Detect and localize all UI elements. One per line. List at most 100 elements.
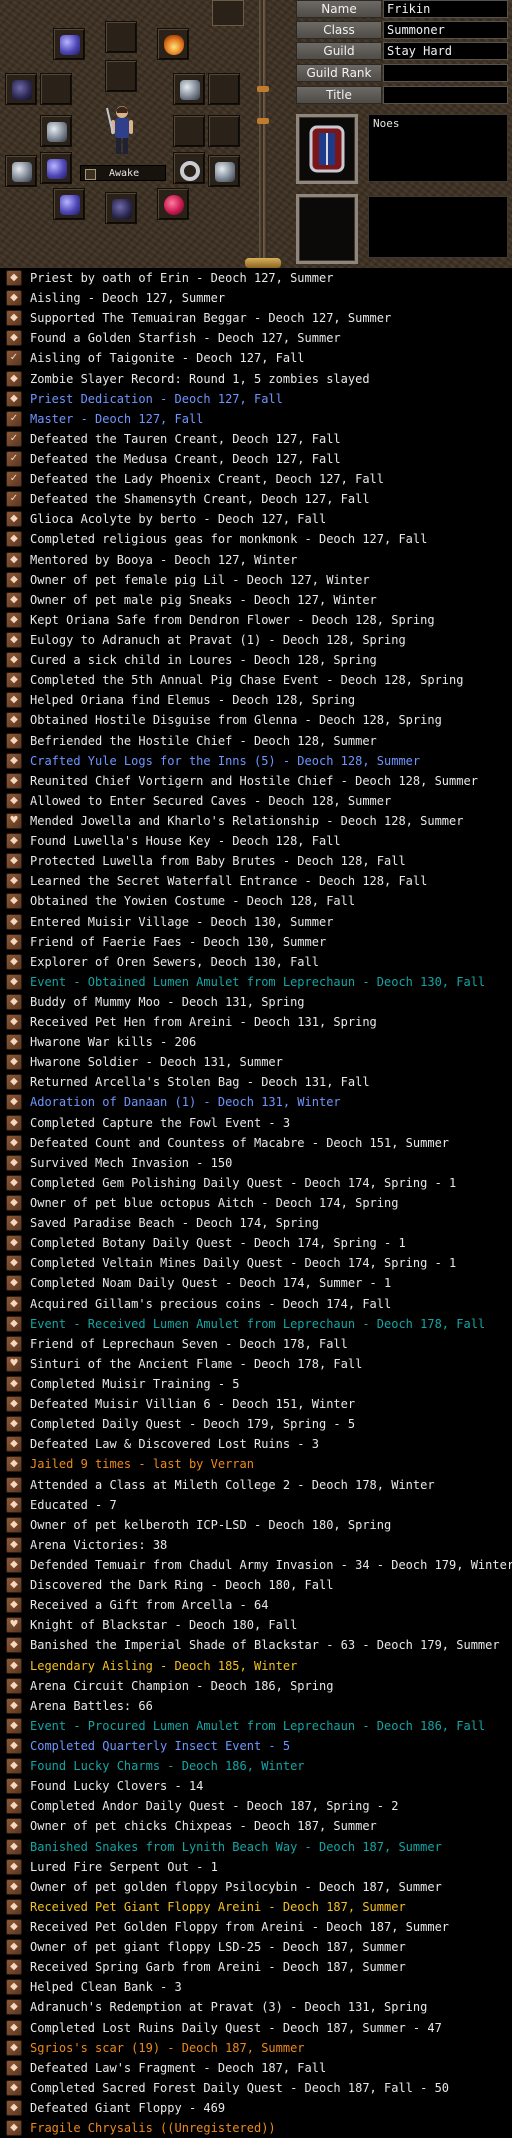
legend-text: Defended Temuair from Chadul Army Invasi…: [30, 1558, 512, 1572]
legend-text: Completed Lost Ruins Daily Quest - Deoch…: [30, 2020, 442, 2035]
legend-row: ◆ Friend of Leprechaun Seven - Deoch 178,…: [0, 1334, 512, 1354]
legend-text: Event - Obtained Lumen Amulet from Lepre…: [30, 974, 486, 989]
legend-crest-icon: ◆: [6, 370, 22, 387]
equip-slot-gauntlet-right[interactable]: [208, 155, 240, 187]
equip-slot-ring-left[interactable]: [40, 152, 72, 184]
legend-row: ◆ Received Spring Garb from Areini - Deoc…: [0, 1957, 512, 1977]
legend-text: Completed religious geas for monkmonk - …: [30, 532, 428, 547]
legend-row: ◆ Discovered the Dark Ring - Deoch 180, F…: [0, 1575, 512, 1595]
legend-text: Owner of pet blue octopus Aitch - Deoch …: [30, 1196, 399, 1211]
legend-crest-icon: ◆: [6, 712, 22, 729]
legend-crest-icon: ◆: [6, 732, 22, 749]
legend-crest-icon: ◆: [6, 1818, 22, 1835]
legend-row: ◆ Entered Muisir Village - Deoch 130, Sum…: [0, 912, 512, 932]
legend-crest-icon: ◆: [6, 1054, 22, 1071]
equip-slot-staff[interactable]: [40, 115, 72, 147]
equip-slot-ring-right[interactable]: [173, 152, 205, 184]
legend-row: ◆ Befriended the Hostile Chief - Deoch 12…: [0, 731, 512, 751]
equip-slot-shield[interactable]: [40, 73, 72, 105]
equip-slot-helmet[interactable]: [53, 28, 85, 60]
legend-row: ◆ Completed Gem Polishing Daily Quest - D…: [0, 1173, 512, 1193]
legend-crest-icon: ◆: [6, 330, 22, 347]
legend-crest-icon: ◆: [6, 792, 22, 809]
equip-slot-belt[interactable]: [208, 115, 240, 147]
equip-slot-amulet[interactable]: [157, 188, 189, 220]
legend-text: Fragile Chrysalis ((Unregistered)): [30, 2121, 276, 2136]
legend-row: ◆ Defended Temuair from Chadul Army Invas…: [0, 1555, 512, 1575]
legend-crest-icon: ◆: [6, 1918, 22, 1935]
legend-row: ◆ Mentored by Booya - Deoch 127, Winter: [0, 550, 512, 570]
legend-text: Buddy of Mummy Moo - Deoch 131, Spring: [30, 994, 305, 1009]
legend-text: Completed Noam Daily Quest - Deoch 174, …: [30, 1276, 392, 1291]
character-avatar: [106, 106, 133, 154]
legend-crest-icon: ◆: [6, 2039, 22, 2056]
status-label: Awake: [109, 168, 140, 179]
legend-crest-icon: ◆: [6, 511, 22, 528]
legend-row: ◆ Event - Received Lumen Amulet from Lepr…: [0, 1314, 512, 1334]
equip-slot-boots[interactable]: [173, 115, 205, 147]
legend-text: Adranuch's Redemption at Pravat (3) - De…: [30, 2000, 428, 2015]
legend-crest-icon: ◆: [6, 1315, 22, 1332]
equip-slot-necklace[interactable]: [208, 73, 240, 105]
legend-row: ◆ Aisling - Deoch 127, Summer: [0, 288, 512, 308]
legend-row: ◆ Protected Luwella from Baby Brutes - De…: [0, 851, 512, 871]
legend-row: ◆ Supported The Temuairan Beggar - Deoch …: [0, 308, 512, 328]
equip-slot-weapon[interactable]: [5, 73, 37, 105]
equip-slot-overcoat[interactable]: [105, 21, 137, 53]
legend-text: Learned the Secret Waterfall Entrance - …: [30, 874, 428, 889]
legend-crest-icon: ◆: [6, 1114, 22, 1131]
emblem-text-box[interactable]: [368, 196, 508, 258]
greaves-icon: [60, 195, 80, 215]
equip-slot-accessory[interactable]: [157, 28, 189, 60]
legend-crest-icon: ◆: [6, 2120, 22, 2137]
legend-text: Knight of Blackstar - Deoch 180, Fall: [30, 1618, 298, 1633]
guild-rank-label: Guild Rank: [296, 64, 382, 82]
legend-text: Owner of pet female pig Lil - Deoch 127,…: [30, 572, 370, 587]
legend-text: Completed Sacred Forest Daily Quest - De…: [30, 2080, 450, 2095]
legend-crest-icon: ◆: [6, 1657, 22, 1674]
legend-row: ◆ Defeated Muisir Villian 6 - Deoch 151, …: [0, 1394, 512, 1414]
legend-crest-icon: ◆: [6, 692, 22, 709]
status-indicator[interactable]: Awake: [80, 165, 166, 181]
legend-text: Received Pet Hen from Areini - Deoch 131…: [30, 1015, 377, 1030]
legend-row: ◆ Hwarone Soldier - Deoch 131, Summer: [0, 1052, 512, 1072]
panel-resize-handle[interactable]: [245, 258, 281, 268]
emblem-frame[interactable]: [296, 194, 358, 264]
portrait-frame[interactable]: [296, 114, 358, 184]
legend-text: Mended Jowella and Kharlo's Relationship…: [30, 813, 464, 828]
profile-text-box[interactable]: Noes: [368, 114, 508, 182]
equip-slot-belt-item[interactable]: [105, 192, 137, 224]
legend-row: ♥ Mended Jowella and Kharlo's Relationshi…: [0, 811, 512, 831]
legend-row: ◆ Found Lucky Clovers - 14: [0, 1776, 512, 1796]
legend-text: Defeated the Medusa Creant, Deoch 127, F…: [30, 451, 341, 466]
status-checkbox[interactable]: [85, 169, 96, 180]
group-icon[interactable]: [212, 0, 244, 26]
equip-slot-gauntlet-left[interactable]: [5, 155, 37, 187]
legend-row: ◆ Owner of pet male pig Sneaks - Deoch 12…: [0, 590, 512, 610]
legend-text: Completed Gem Polishing Daily Quest - De…: [30, 1175, 457, 1190]
legend-text: Zombie Slayer Record: Round 1, 5 zombies…: [30, 371, 370, 386]
equip-slot-greaves[interactable]: [53, 188, 85, 220]
legend-crest-icon: ◆: [6, 1456, 22, 1473]
legend-text: Priest by oath of Erin - Deoch 127, Summ…: [30, 271, 334, 285]
legend-crest-icon: ◆: [6, 571, 22, 588]
legend-text: Master - Deoch 127, Fall: [30, 411, 204, 426]
legend-crest-icon: ◆: [6, 1094, 22, 1111]
star-earring-icon: [180, 80, 200, 100]
legend-row: ✓ Defeated the Lady Phoenix Creant, Deoch…: [0, 469, 512, 489]
equip-slot-armor[interactable]: [105, 60, 137, 92]
legend-text: Legendary Aisling - Deoch 185, Winter: [30, 1658, 298, 1673]
legend-row: ◆ Buddy of Mummy Moo - Deoch 131, Spring: [0, 992, 512, 1012]
legend-text: Completed Quarterly Insect Event - 5: [30, 1738, 291, 1753]
legend-text: Banished the Imperial Shade of Blackstar…: [30, 1638, 500, 1653]
legend-row: ◆ Arena Battles: 66: [0, 1696, 512, 1716]
legend-row: ◆ Eulogy to Adranuch at Pravat (1) - Deoc…: [0, 630, 512, 650]
legend-text: Event - Received Lumen Amulet from Lepre…: [30, 1316, 486, 1331]
legend-crest-icon: ◆: [6, 1557, 22, 1573]
legend-crest-icon: ◆: [6, 290, 22, 307]
class-value: Summoner: [383, 21, 508, 39]
legend-crest-icon: ◆: [6, 1577, 22, 1594]
equip-slot-earring[interactable]: [173, 73, 205, 105]
legend-text: Priest Dedication - Deoch 127, Fall: [30, 391, 283, 406]
legend-crest-icon: ◆: [6, 1034, 22, 1051]
